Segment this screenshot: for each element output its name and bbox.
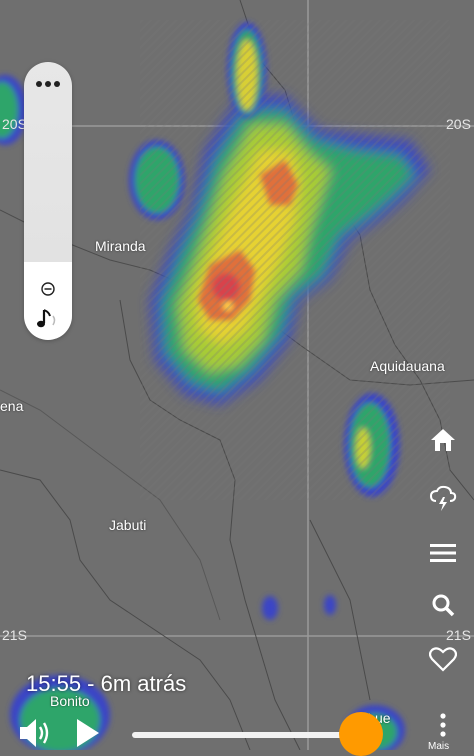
place-partial-left: ena xyxy=(0,398,24,414)
place-miranda: Miranda xyxy=(95,238,146,254)
more-vertical-icon[interactable] xyxy=(436,713,450,739)
thunderstorm-icon[interactable] xyxy=(426,481,460,515)
rain-hatching xyxy=(140,20,450,500)
zoom-out-icon[interactable] xyxy=(24,278,72,300)
volume-icon[interactable] xyxy=(18,716,54,750)
play-icon[interactable] xyxy=(74,716,102,750)
hamburger-menu-icon[interactable] xyxy=(426,536,460,570)
heart-icon[interactable] xyxy=(426,642,460,676)
lat-label-21s-right: 21S xyxy=(446,627,471,643)
music-note-icon[interactable] xyxy=(24,304,72,334)
timeline-slider-thumb[interactable] xyxy=(338,712,383,756)
left-control-panel xyxy=(24,62,72,340)
place-jabuti: Jabuti xyxy=(109,517,147,533)
home-icon[interactable] xyxy=(426,423,460,457)
ellipsis-icon[interactable] xyxy=(24,70,72,98)
timestamp-label: 15:55 - 6m atrás xyxy=(26,671,187,696)
search-icon[interactable] xyxy=(426,588,460,622)
place-aquidauana: Aquidauana xyxy=(370,358,445,374)
lat-label-21s-left: 21S xyxy=(2,627,27,643)
lat-label-20s-right: 20S xyxy=(446,116,471,132)
more-label[interactable]: Mais xyxy=(428,741,449,752)
